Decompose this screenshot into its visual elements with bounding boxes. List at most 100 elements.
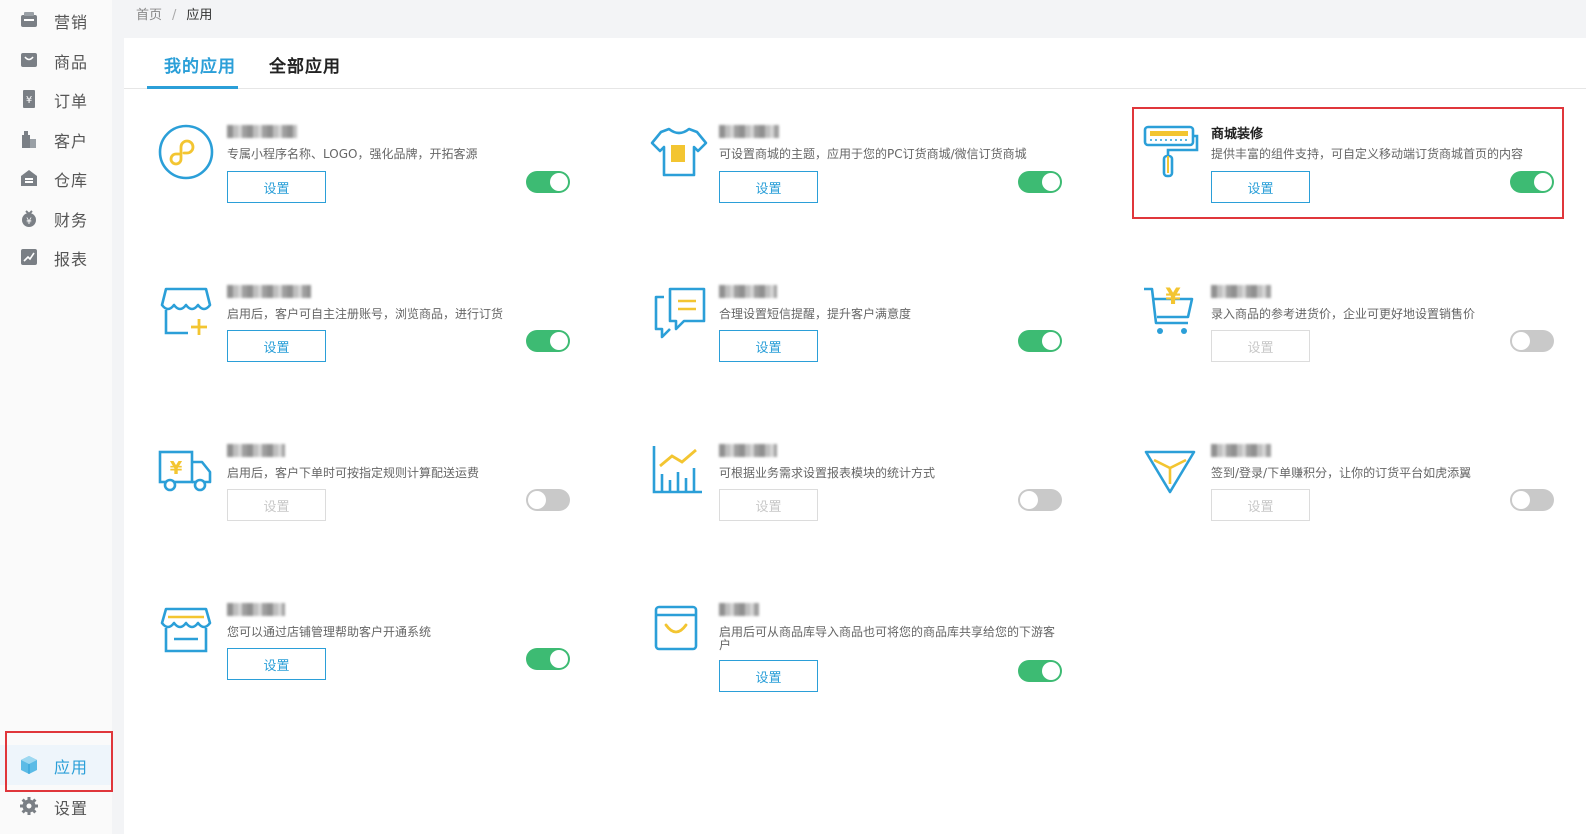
customer-icon [22, 131, 36, 148]
sidebar-item-report[interactable]: 报表 [0, 237, 112, 277]
toggle-knob [1020, 491, 1038, 509]
shopping-bag-icon [654, 605, 698, 651]
app-toggle[interactable] [526, 489, 570, 511]
settings-button[interactable]: 设置 [719, 489, 818, 521]
store-icon [160, 607, 212, 653]
app-card: 启用后可从商品库导入商品也可将您的商品库共享给您的下游客户 设置 [650, 601, 1090, 711]
mini-program-icon [158, 124, 214, 180]
app-toggle[interactable] [1018, 330, 1062, 352]
app-card: 签到/登录/下单赚积分，让你的订货平台如虎添翼 设置 [1142, 442, 1582, 552]
breadcrumb: 首页 / 应用 [136, 4, 212, 23]
breadcrumb-separator: / [172, 8, 177, 23]
app-card: 可设置商城的主题，应用于您的PC订货商城/微信订货商城 设置 [650, 123, 1090, 233]
app-card: 启用后，客户可自主注册账号，浏览商品，进行订货 设置 [158, 283, 598, 393]
sidebar-item-finance[interactable]: ¥ 财务 [0, 198, 112, 238]
toggle-knob [550, 650, 568, 668]
sidebar-item-label: 商品 [54, 53, 89, 72]
app-toggle[interactable] [1510, 171, 1554, 193]
sidebar-item-settings[interactable]: 设置 [0, 786, 112, 826]
tshirt-icon [650, 127, 708, 177]
sidebar-item-marketing[interactable]: 营销 [0, 0, 112, 40]
settings-button[interactable]: 设置 [227, 648, 326, 680]
svg-text:¥: ¥ [1165, 285, 1181, 310]
sidebar: 营销 商品 ¥ 订单 客户 仓库 ¥ 财务 报表 应用 设置 [0, 0, 112, 834]
app-toggle[interactable] [1018, 171, 1062, 193]
sidebar-item-order[interactable]: ¥ 订单 [0, 79, 112, 119]
app-title: 商城装修 [1211, 127, 1264, 142]
sidebar-item-label: 订单 [54, 92, 89, 111]
app-description: 提供丰富的组件支持，可自定义移动端订货商城首页的内容 [1211, 147, 1524, 161]
breadcrumb-current: 应用 [186, 8, 213, 23]
toggle-knob [1042, 173, 1060, 191]
sidebar-item-label: 营销 [54, 13, 89, 32]
settings-button[interactable]: 设置 [227, 330, 326, 362]
tab-my-apps[interactable]: 我的应用 [164, 52, 236, 88]
warehouse-icon [21, 170, 37, 186]
app-card: ¥ 录入商品的参考进货价，企业可更好地设置销售价 设置 [1142, 283, 1582, 393]
app-toggle[interactable] [1018, 489, 1062, 511]
sidebar-item-goods[interactable]: 商品 [0, 40, 112, 80]
toggle-knob [1042, 662, 1060, 680]
finance-icon: ¥ [22, 210, 36, 227]
app-toggle[interactable] [1510, 489, 1554, 511]
settings-button[interactable]: 设置 [227, 171, 326, 203]
app-toggle[interactable] [1510, 330, 1554, 352]
title-obscured [719, 285, 777, 298]
chart-icon [652, 446, 702, 494]
toggle-knob [550, 332, 568, 350]
app-description: 专属小程序名称、LOGO，强化品牌，开拓客源 [227, 147, 478, 161]
app-description: 签到/登录/下单赚积分，让你的订货平台如虎添翼 [1211, 466, 1472, 480]
diamond-icon [1144, 450, 1196, 494]
settings-button[interactable]: 设置 [719, 171, 818, 203]
sms-icon [654, 287, 706, 339]
app-description: 合理设置短信提醒，提升客户满意度 [719, 307, 912, 321]
settings-button[interactable]: 设置 [1211, 171, 1310, 203]
sidebar-item-label: 仓库 [54, 171, 89, 190]
app-description: 可设置商城的主题，应用于您的PC订货商城/微信订货商城 [719, 147, 1027, 161]
app-description: 可根据业务需求设置报表模块的统计方式 [719, 466, 936, 480]
app-card: 您可以通过店铺管理帮助客户开通系统 设置 [158, 601, 598, 711]
sidebar-item-warehouse[interactable]: 仓库 [0, 158, 112, 198]
sidebar-item-apps[interactable]: 应用 [0, 745, 112, 785]
title-obscured [719, 125, 779, 138]
breadcrumb-home[interactable]: 首页 [136, 8, 162, 23]
app-description: 启用后，客户下单时可按指定规则计算配送运费 [227, 466, 480, 480]
title-obscured [227, 125, 297, 138]
toggle-knob [1512, 491, 1530, 509]
app-card: 合理设置短信提醒，提升客户满意度 设置 [650, 283, 1090, 393]
shop-add-icon [160, 287, 212, 335]
app-description: 启用后可从商品库导入商品也可将您的商品库共享给您的下游客户 [719, 625, 1056, 652]
delivery-truck-icon: ¥ [158, 450, 212, 492]
app-toggle[interactable] [526, 171, 570, 193]
title-obscured [227, 603, 285, 616]
toggle-knob [1042, 332, 1060, 350]
app-toggle[interactable] [526, 648, 570, 670]
app-card: 专属小程序名称、LOGO，强化品牌，开拓客源 设置 [158, 123, 598, 233]
order-icon: ¥ [23, 90, 35, 108]
settings-button[interactable]: 设置 [1211, 489, 1310, 521]
svg-text:¥: ¥ [170, 458, 183, 479]
settings-button[interactable]: 设置 [719, 330, 818, 362]
marketing-icon [21, 12, 37, 27]
title-obscured [1211, 444, 1271, 457]
tab-all-apps[interactable]: 全部应用 [269, 52, 341, 88]
settings-button[interactable]: 设置 [1211, 330, 1310, 362]
app-toggle[interactable] [1018, 660, 1062, 682]
app-toggle[interactable] [526, 330, 570, 352]
app-card: ¥ 启用后，客户下单时可按指定规则计算配送运费 设置 [158, 442, 598, 552]
tab-bar: 我的应用 全部应用 [124, 38, 1586, 89]
svg-text:¥: ¥ [26, 95, 32, 106]
cart-yen-icon: ¥ [1144, 285, 1194, 334]
toggle-knob [1512, 332, 1530, 350]
settings-button[interactable]: 设置 [227, 489, 326, 521]
paint-roller-icon [1143, 125, 1199, 178]
sidebar-item-label: 报表 [54, 250, 89, 269]
main-panel: 我的应用 全部应用 专属小程序名称、LOGO，强化品牌，开拓客源 设置 可设置商… [124, 38, 1586, 834]
toggle-knob [1534, 173, 1552, 191]
tab-active-indicator [147, 86, 238, 89]
title-obscured [1211, 285, 1271, 298]
sidebar-item-customer[interactable]: 客户 [0, 119, 112, 159]
cube-icon [21, 756, 37, 774]
goods-icon [21, 53, 37, 67]
settings-button[interactable]: 设置 [719, 660, 818, 692]
